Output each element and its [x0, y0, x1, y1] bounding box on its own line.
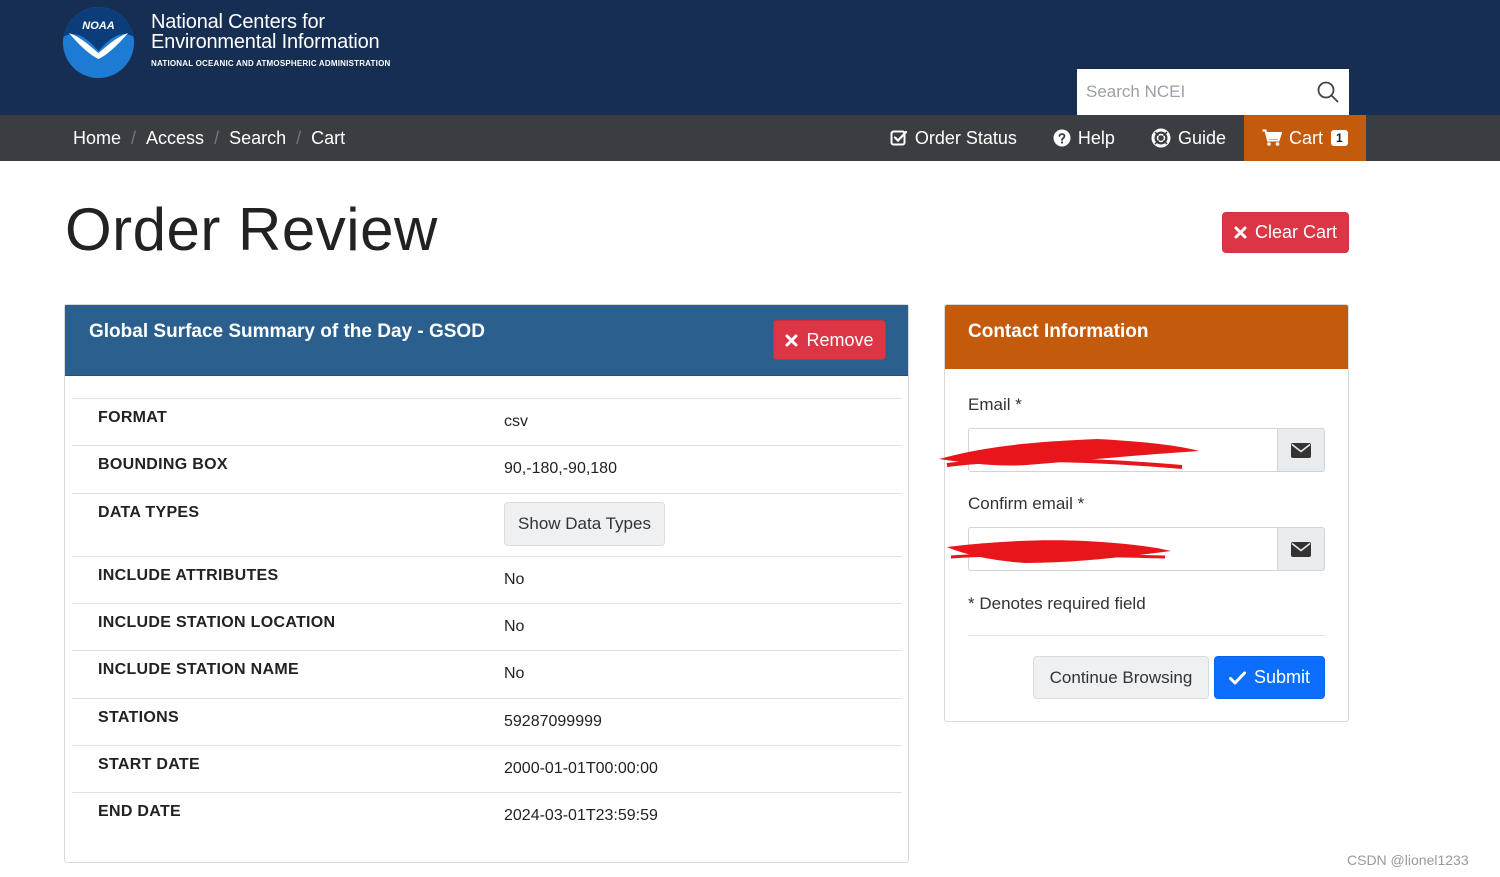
order-details-table: FORMAT csv BOUNDING BOX 90,-180,-90,180 …	[72, 398, 902, 839]
email-input-group	[968, 428, 1325, 472]
submit-label: Submit	[1253, 667, 1311, 687]
org-subtitle: NATIONAL OCEANIC AND ATMOSPHERIC ADMINIS…	[151, 59, 391, 68]
clear-cart-label: Clear Cart	[1254, 222, 1338, 242]
contact-panel: Contact Information Email * Confirm emai…	[939, 304, 1349, 722]
envelope-icon	[1277, 428, 1325, 472]
breadcrumb-separator: /	[131, 127, 137, 148]
row-label-stations: STATIONS	[98, 709, 179, 726]
noaa-logo[interactable]: NOAA	[63, 7, 134, 78]
breadcrumb: Home / Access / Search / Cart	[73, 115, 345, 161]
check-square-icon	[890, 130, 907, 146]
close-icon	[1234, 226, 1247, 239]
remove-button[interactable]: Remove	[773, 320, 886, 360]
nav-bar: Home / Access / Search / Cart Order Stat…	[0, 115, 1500, 161]
confirm-email-label: Confirm email *	[968, 494, 1085, 513]
breadcrumb-separator: /	[214, 127, 220, 148]
required-field-note: * Denotes required field	[968, 594, 1146, 613]
table-row: INCLUDE ATTRIBUTES No	[72, 556, 902, 603]
order-panel: Global Surface Summary of the Day - GSOD…	[64, 304, 909, 863]
table-row: END DATE 2024-03-01T23:59:59	[72, 792, 902, 839]
row-value-end-date: 2024-03-01T23:59:59	[504, 807, 658, 824]
confirm-email-input-group	[968, 527, 1325, 571]
row-label-include-attributes: INCLUDE ATTRIBUTES	[98, 567, 279, 584]
confirm-email-field[interactable]	[968, 527, 1277, 571]
org-name-line1: National Centers for	[151, 11, 325, 33]
row-label-bounding-box: BOUNDING BOX	[98, 456, 228, 473]
nav-cart[interactable]: Cart 1	[1244, 115, 1366, 161]
nav-guide[interactable]: Guide	[1133, 115, 1244, 161]
submit-button[interactable]: Submit	[1214, 656, 1325, 699]
row-label-include-station-location: INCLUDE STATION LOCATION	[98, 614, 336, 631]
watermark: CSDN @lionel1233	[1347, 852, 1469, 868]
contact-title: Contact Information	[968, 321, 1149, 342]
cart-icon	[1262, 129, 1282, 146]
site-header: NOAA National Centers for Environmental …	[0, 0, 1500, 115]
life-ring-icon	[1151, 128, 1171, 148]
row-value-include-attributes: No	[504, 571, 525, 588]
contact-panel-header: Contact Information	[945, 305, 1348, 369]
table-row: INCLUDE STATION NAME No	[72, 650, 902, 698]
nav-links: Order Status Help Guide Cart 1	[872, 115, 1366, 161]
clear-cart-button[interactable]: Clear Cart	[1222, 212, 1349, 253]
breadcrumb-cart[interactable]: Cart	[311, 128, 345, 149]
table-row: STATIONS 59287099999	[72, 698, 902, 745]
logo-text: NOAA	[82, 20, 114, 32]
table-row: START DATE 2000-01-01T00:00:00	[72, 745, 902, 792]
nav-guide-label: Guide	[1177, 127, 1226, 148]
breadcrumb-search[interactable]: Search	[229, 128, 286, 149]
org-name[interactable]: National Centers for Environmental Infor…	[151, 12, 390, 68]
search-icon[interactable]	[1307, 69, 1349, 115]
row-label-end-date: END DATE	[98, 803, 181, 820]
row-label-format: FORMAT	[98, 409, 168, 426]
nav-help-label: Help	[1077, 127, 1115, 148]
search-box	[1077, 69, 1349, 115]
table-row: FORMAT csv	[72, 398, 902, 445]
row-value-include-station-location: No	[504, 618, 525, 635]
row-value-include-station-name: No	[504, 665, 525, 682]
table-row: DATA TYPES Show Data Types	[72, 493, 902, 556]
dataset-title: Global Surface Summary of the Day - GSOD	[89, 321, 485, 342]
continue-browsing-button[interactable]: Continue Browsing	[1033, 656, 1209, 699]
page-title: Order Review	[65, 196, 438, 263]
breadcrumb-separator: /	[296, 127, 302, 148]
remove-label: Remove	[806, 329, 874, 350]
check-icon	[1228, 671, 1246, 684]
cart-count-badge: 1	[1331, 130, 1348, 146]
org-name-line2: Environmental Information	[151, 31, 380, 53]
row-value-bounding-box: 90,-180,-90,180	[504, 460, 617, 477]
row-value-stations: 59287099999	[504, 713, 602, 730]
nav-order-status-label: Order Status	[914, 127, 1017, 148]
close-icon	[785, 334, 798, 346]
row-label-include-station-name: INCLUDE STATION NAME	[98, 661, 299, 678]
nav-help[interactable]: Help	[1035, 115, 1133, 161]
row-label-data-types: DATA TYPES	[98, 504, 200, 521]
search-input[interactable]	[1077, 69, 1307, 115]
breadcrumb-access[interactable]: Access	[146, 128, 204, 149]
email-label: Email *	[968, 395, 1022, 414]
envelope-icon	[1277, 527, 1325, 571]
row-label-start-date: START DATE	[98, 756, 200, 773]
row-value-start-date: 2000-01-01T00:00:00	[504, 760, 658, 777]
breadcrumb-home[interactable]: Home	[73, 128, 121, 149]
order-panel-header: Global Surface Summary of the Day - GSOD…	[65, 305, 908, 376]
table-row: BOUNDING BOX 90,-180,-90,180	[72, 445, 902, 493]
table-row: INCLUDE STATION LOCATION No	[72, 603, 902, 650]
nav-cart-label: Cart	[1289, 127, 1324, 148]
email-field[interactable]	[968, 428, 1277, 472]
nav-order-status[interactable]: Order Status	[872, 115, 1035, 161]
question-circle-icon	[1053, 129, 1071, 147]
show-data-types-button[interactable]: Show Data Types	[504, 502, 665, 546]
row-value-format: csv	[504, 413, 528, 430]
divider	[968, 635, 1325, 636]
